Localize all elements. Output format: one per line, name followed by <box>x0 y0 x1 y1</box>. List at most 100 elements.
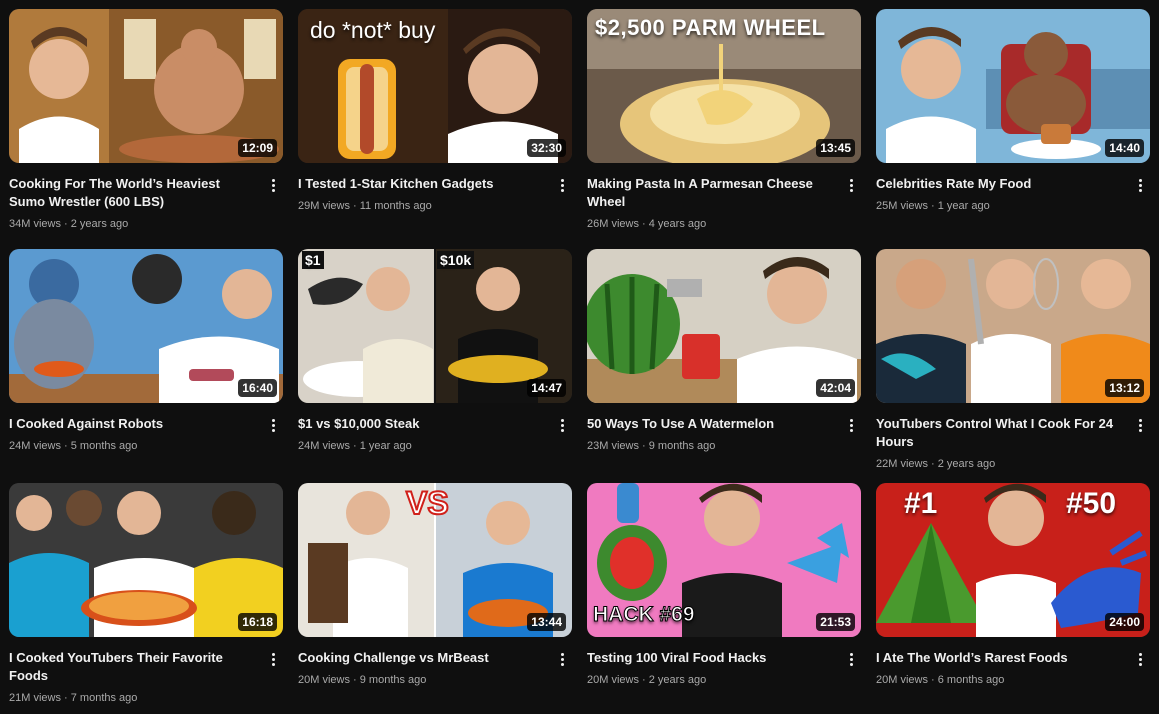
video-card[interactable]: 12:09 Cooking For The World’s Heaviest S… <box>9 9 283 249</box>
more-vert-icon[interactable] <box>844 649 858 669</box>
duration-badge: 16:40 <box>238 379 277 397</box>
video-title[interactable]: Testing 100 Viral Food Hacks <box>587 649 833 667</box>
thumbnail-caption-2: $10k <box>437 251 475 269</box>
video-info: 20M views · 2 years ago <box>587 674 707 686</box>
thumbnail-caption: HACK #69 <box>593 603 696 627</box>
video-info: 34M views · 2 years ago <box>9 218 129 230</box>
video-thumbnail[interactable]: do *not* buy 32:30 <box>298 9 572 163</box>
upload-age: 1 year ago <box>359 440 412 452</box>
upload-age: 9 months ago <box>648 440 716 452</box>
duration-badge: 32:30 <box>527 139 566 157</box>
video-info: 25M views · 1 year ago <box>876 200 990 212</box>
video-info: 20M views · 9 months ago <box>298 674 427 686</box>
video-thumbnail[interactable]: #1 #50 24:00 <box>876 483 1150 637</box>
video-card[interactable]: 16:40 I Cooked Against Robots 24M views … <box>9 249 283 483</box>
video-title[interactable]: Celebrities Rate My Food <box>876 175 1122 193</box>
view-count: 22M views <box>876 458 928 470</box>
video-title[interactable]: 50 Ways To Use A Watermelon <box>587 415 833 433</box>
video-thumbnail[interactable]: 16:18 <box>9 483 283 637</box>
video-thumbnail[interactable]: 13:12 <box>876 249 1150 403</box>
more-vert-icon[interactable] <box>844 175 858 195</box>
video-card[interactable]: $1 $10k 14:47 $1 vs $10,000 Steak 24M vi… <box>298 249 572 483</box>
more-vert-icon[interactable] <box>1133 415 1147 435</box>
more-vert-icon[interactable] <box>555 175 569 195</box>
duration-badge: 13:45 <box>816 139 855 157</box>
view-count: 20M views <box>587 674 639 686</box>
video-info: 21M views · 7 months ago <box>9 692 138 704</box>
video-card[interactable]: 16:18 I Cooked YouTubers Their Favorite … <box>9 483 283 714</box>
more-vert-icon[interactable] <box>555 415 569 435</box>
view-count: 34M views <box>9 218 61 230</box>
video-thumbnail[interactable]: VS 13:44 <box>298 483 572 637</box>
view-count: 24M views <box>298 440 350 452</box>
upload-age: 11 months ago <box>359 200 432 212</box>
video-info: 22M views · 2 years ago <box>876 458 996 470</box>
duration-badge: 14:47 <box>527 379 566 397</box>
thumbnail-caption: do *not* buy <box>310 17 436 43</box>
video-title[interactable]: Cooking Challenge vs MrBeast <box>298 649 544 667</box>
more-vert-icon[interactable] <box>266 649 280 669</box>
video-card[interactable]: #1 #50 24:00 I Ate The World’s Rarest Fo… <box>876 483 1150 714</box>
duration-badge: 13:44 <box>527 613 566 631</box>
video-card[interactable]: HACK #69 21:53 Testing 100 Viral Food Ha… <box>587 483 861 714</box>
video-card[interactable]: VS 13:44 Cooking Challenge vs MrBeast 20… <box>298 483 572 714</box>
video-card[interactable]: $2,500 PARM WHEEL 13:45 Making Pasta In … <box>587 9 861 249</box>
video-thumbnail[interactable]: $2,500 PARM WHEEL 13:45 <box>587 9 861 163</box>
view-count: 26M views <box>587 218 639 230</box>
upload-age: 1 year ago <box>937 200 990 212</box>
more-vert-icon[interactable] <box>1133 649 1147 669</box>
video-title[interactable]: Cooking For The World’s Heaviest Sumo Wr… <box>9 175 255 211</box>
video-title[interactable]: $1 vs $10,000 Steak <box>298 415 544 433</box>
thumbnail-caption-2: #50 <box>1066 487 1117 520</box>
duration-badge: 24:00 <box>1105 613 1144 631</box>
duration-badge: 42:04 <box>816 379 855 397</box>
video-card[interactable]: 42:04 50 Ways To Use A Watermelon 23M vi… <box>587 249 861 483</box>
video-info: 23M views · 9 months ago <box>587 440 716 452</box>
view-count: 21M views <box>9 692 61 704</box>
thumbnail-caption: #1 <box>904 487 938 520</box>
video-info: 26M views · 4 years ago <box>587 218 707 230</box>
duration-badge: 16:18 <box>238 613 277 631</box>
video-thumbnail[interactable]: $1 $10k 14:47 <box>298 249 572 403</box>
video-card[interactable]: 14:40 Celebrities Rate My Food 25M views… <box>876 9 1150 249</box>
view-count: 20M views <box>298 674 350 686</box>
video-title[interactable]: I Cooked Against Robots <box>9 415 255 433</box>
video-title[interactable]: I Tested 1-Star Kitchen Gadgets <box>298 175 544 193</box>
video-card[interactable]: do *not* buy 32:30 I Tested 1-Star Kitch… <box>298 9 572 249</box>
duration-badge: 14:40 <box>1105 139 1144 157</box>
view-count: 23M views <box>587 440 639 452</box>
video-info: 24M views · 1 year ago <box>298 440 412 452</box>
view-count: 20M views <box>876 674 928 686</box>
duration-badge: 12:09 <box>238 139 277 157</box>
video-thumbnail[interactable]: 14:40 <box>876 9 1150 163</box>
video-info: 24M views · 5 months ago <box>9 440 138 452</box>
upload-age: 2 years ago <box>70 218 129 230</box>
more-vert-icon[interactable] <box>1133 175 1147 195</box>
video-thumbnail[interactable]: 42:04 <box>587 249 861 403</box>
more-vert-icon[interactable] <box>266 415 280 435</box>
video-title[interactable]: Making Pasta In A Parmesan Cheese Wheel <box>587 175 833 211</box>
upload-age: 9 months ago <box>359 674 427 686</box>
video-thumbnail[interactable]: 12:09 <box>9 9 283 163</box>
more-vert-icon[interactable] <box>844 415 858 435</box>
duration-badge: 13:12 <box>1105 379 1144 397</box>
view-count: 29M views <box>298 200 350 212</box>
view-count: 25M views <box>876 200 928 212</box>
video-title[interactable]: YouTubers Control What I Cook For 24 Hou… <box>876 415 1122 451</box>
video-card[interactable]: 13:12 YouTubers Control What I Cook For … <box>876 249 1150 483</box>
thumbnail-caption: $2,500 PARM WHEEL <box>595 15 826 40</box>
upload-age: 2 years ago <box>937 458 996 470</box>
view-count: 24M views <box>9 440 61 452</box>
thumbnail-caption: $1 <box>302 251 324 269</box>
upload-age: 2 years ago <box>648 674 707 686</box>
duration-badge: 21:53 <box>816 613 855 631</box>
video-thumbnail[interactable]: 16:40 <box>9 249 283 403</box>
video-title[interactable]: I Ate The World’s Rarest Foods <box>876 649 1122 667</box>
video-thumbnail[interactable]: HACK #69 21:53 <box>587 483 861 637</box>
video-grid: 12:09 Cooking For The World’s Heaviest S… <box>9 9 1150 714</box>
video-title[interactable]: I Cooked YouTubers Their Favorite Foods <box>9 649 255 685</box>
upload-age: 6 months ago <box>937 674 1005 686</box>
more-vert-icon[interactable] <box>266 175 280 195</box>
video-info: 29M views · 11 months ago <box>298 200 432 212</box>
more-vert-icon[interactable] <box>555 649 569 669</box>
